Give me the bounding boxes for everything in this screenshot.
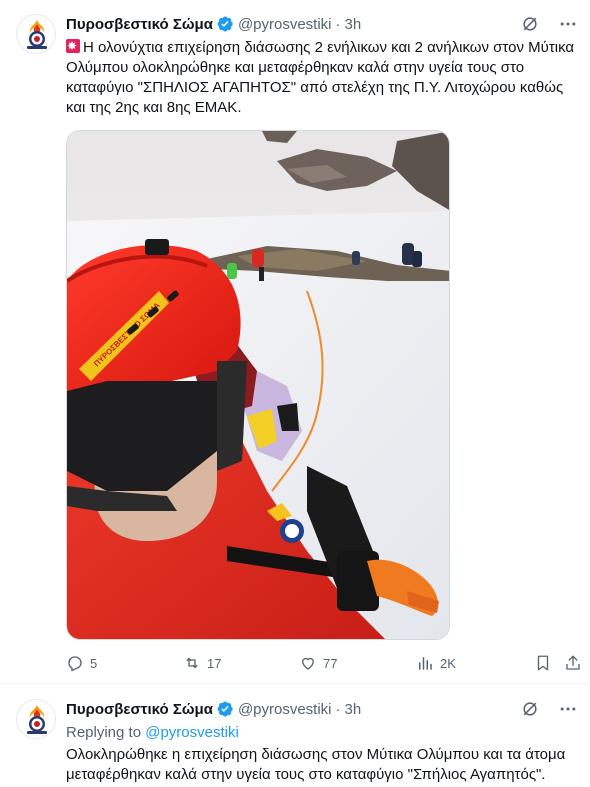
like-button[interactable]: 77 [299,654,337,672]
grok-icon[interactable] [520,14,540,34]
author-name[interactable]: Πυροσβεστικό Σώμα [66,701,213,718]
author-handle[interactable]: @pyrosvestiki [238,16,332,33]
heart-icon [302,657,314,670]
header-actions [520,14,578,34]
grok-icon[interactable] [520,699,540,719]
more-options-icon[interactable] [558,14,578,34]
timestamp[interactable]: 3h [345,701,362,718]
rescue-photo-image: ΠΥΡΟΣΒΕΣΤΙΚΟ ΣΩΜΑ [67,131,449,639]
bookmark-icon [537,655,549,671]
tweet-header: Πυροσβεστικό Σώμα @pyrosvestiki · 3h [66,699,578,719]
author-name[interactable]: Πυροσβεστικό Σώμα [66,16,213,33]
reply-count: 5 [90,655,98,671]
tweet-text: Η ολονύχτια επιχείρηση διάσωσης 2 ενήλικ… [66,36,580,118]
verified-badge-icon [217,701,233,717]
tweet-photo[interactable]: ΠΥΡΟΣΒΕΣΤΙΚΟ ΣΩΜΑ [66,130,450,640]
separator-dot: · [335,15,341,33]
replying-label: Replying to [66,724,142,741]
author-handle[interactable]: @pyrosvestiki [238,701,332,718]
tweet-body: Η ολονύχτια επιχείρηση διάσωσης 2 ενήλικ… [66,39,575,116]
replying-to: Replying to @pyrosvestiki [66,724,239,741]
share-icon [566,655,580,670]
avatar[interactable] [16,699,56,739]
bookmark-button[interactable] [534,654,558,672]
retweet-icon [186,657,198,669]
timestamp[interactable]: 3h [345,16,362,33]
fire-service-logo-icon [17,15,55,53]
retweet-count: 17 [207,655,222,671]
fire-service-logo-icon [17,700,55,738]
share-button[interactable] [564,654,588,672]
like-count: 77 [323,655,338,671]
header-actions [520,699,578,719]
alert-flag-icon [66,36,80,56]
verified-badge-icon [217,16,233,32]
tweet-actions: 5 17 77 2K [66,654,580,674]
tweet-header: Πυροσβεστικό Σώμα @pyrosvestiki · 3h [66,14,578,34]
views-button[interactable]: 2K [416,654,456,672]
avatar[interactable] [16,14,56,54]
separator-dot: · [335,700,341,718]
replying-to-link[interactable]: @pyrosvestiki [145,724,239,741]
tweet-text: Ολοκληρώθηκε η επιχείρηση διάσωσης στον … [66,746,566,783]
reply-button[interactable]: 5 [66,654,97,672]
retweet-button[interactable]: 17 [183,654,221,672]
views-chart-icon [419,657,432,670]
views-count: 2K [440,655,456,671]
reply-tweet[interactable]: Πυροσβεστικό Σώμα @pyrosvestiki · 3h Rep… [0,685,590,787]
reply-icon [68,656,82,672]
tweet[interactable]: Πυροσβεστικό Σώμα @pyrosvestiki · 3h Η ο… [0,0,590,684]
more-options-icon[interactable] [558,699,578,719]
